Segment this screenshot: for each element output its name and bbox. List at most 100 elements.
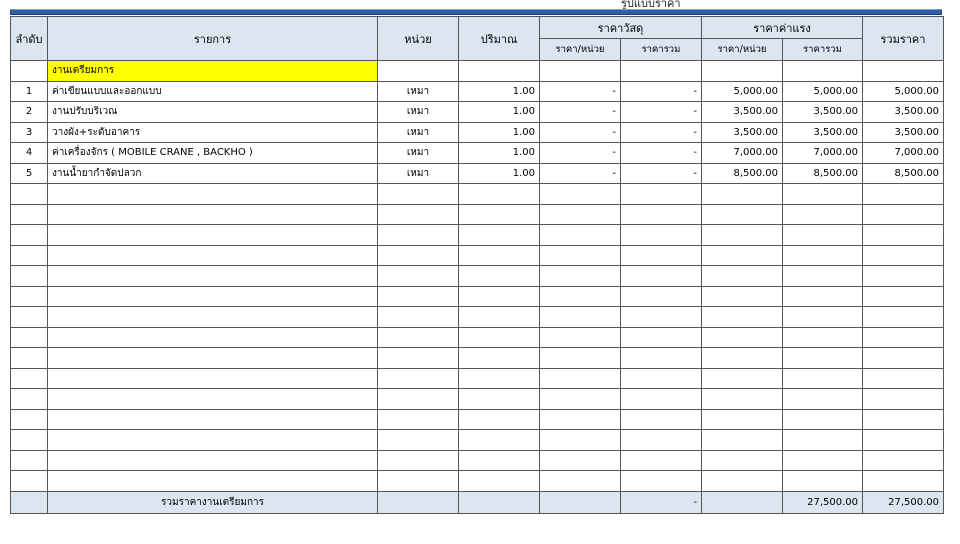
cell [47,326,378,348]
cell [701,408,783,430]
cell-labor-unit-price: 3,500.00 [701,121,783,143]
cell [701,347,783,369]
header-material-sum-price: ราคารวม [620,38,702,61]
header-labor-sum-price: ราคารวม [782,38,863,61]
cell [620,285,702,307]
cell [10,470,48,492]
cell [47,367,378,389]
cell [377,449,459,471]
cell [620,326,702,348]
header-labor: ราคาค่าแรง [701,16,863,39]
cell-labor-unit-price: 5,000.00 [701,80,783,102]
cell-seq: 1 [10,80,48,102]
cell [701,244,783,266]
cell [47,449,378,471]
cell [10,224,48,246]
cell [10,326,48,348]
cell [10,388,48,410]
cell [10,183,48,205]
cell [539,470,621,492]
cell [47,347,378,369]
section-title: งานเตรียมการ [47,60,378,82]
cell [47,203,378,225]
cell [539,429,621,451]
header-total: รวมราคา [862,16,944,61]
total-material-sum: - [620,490,702,514]
cell [782,429,863,451]
cell-item: ค่าเขียนแบบและออกแบบ [47,80,378,102]
cell [47,224,378,246]
cell-material-sum-price: - [620,80,702,102]
table-row: 1 ค่าเขียนแบบและออกแบบ เหมา 1.00- -5,000.00 5… [10,80,944,102]
cell [701,367,783,389]
total-labor-sum: 27,500.00 [782,490,863,514]
cell [782,203,863,225]
cell [458,388,540,410]
cell [782,470,863,492]
cell [10,285,48,307]
cell [862,285,944,307]
cell [377,326,459,348]
cell [539,367,621,389]
cell [620,60,702,82]
cell [782,367,863,389]
cell [539,347,621,369]
cell [47,244,378,266]
cell-labor-sum-price: 7,000.00 [782,142,863,164]
cell-total: 8,500.00 [862,162,944,184]
cell [862,347,944,369]
cell [862,429,944,451]
cell [10,408,48,430]
cell-item: งานปรับบริเวณ [47,101,378,123]
cell [377,470,459,492]
cell-total: 5,000.00 [862,80,944,102]
cell [862,470,944,492]
cell [539,244,621,266]
section-row: งานเตรียมการ [10,60,944,82]
cell [620,429,702,451]
boq-table: ลำดับ รายการ หน่วย ปริมาณ ราคาวัสดุ ราคา… [10,16,944,514]
cell-unit: เหมา [377,101,459,123]
cell [458,490,540,514]
cell-material-unit-price: - [539,121,621,143]
header-qty: ปริมาณ [458,16,540,61]
cell-unit: เหมา [377,162,459,184]
cell [377,203,459,225]
cell [782,347,863,369]
cell [620,203,702,225]
cell [377,244,459,266]
cell [701,265,783,287]
header-item: รายการ [47,16,378,61]
cell [377,347,459,369]
cell [620,388,702,410]
cell [10,306,48,328]
cell-material-unit-price: - [539,162,621,184]
cell [458,470,540,492]
cell [701,449,783,471]
cell [47,388,378,410]
cell-material-sum-price: - [620,121,702,143]
empty-row [10,388,944,410]
cell-item: วางผัง+ระดับอาคาร [47,121,378,143]
cell [620,408,702,430]
cell [47,429,378,451]
cell [47,408,378,430]
table-row: 3 วางผัง+ระดับอาคาร เหมา 1.00- -3,500.00 3,50… [10,121,944,143]
empty-row [10,224,944,246]
cell [862,244,944,266]
cell [377,490,459,514]
cell [539,224,621,246]
cell-qty: 1.00 [458,162,540,184]
cell [458,183,540,205]
empty-row [10,306,944,328]
empty-row [10,347,944,369]
cell [701,490,783,514]
cell [458,326,540,348]
cell [539,408,621,430]
empty-row [10,470,944,492]
cell [539,326,621,348]
cell [47,183,378,205]
cell-material-unit-price: - [539,142,621,164]
cell [10,244,48,266]
cell [701,388,783,410]
